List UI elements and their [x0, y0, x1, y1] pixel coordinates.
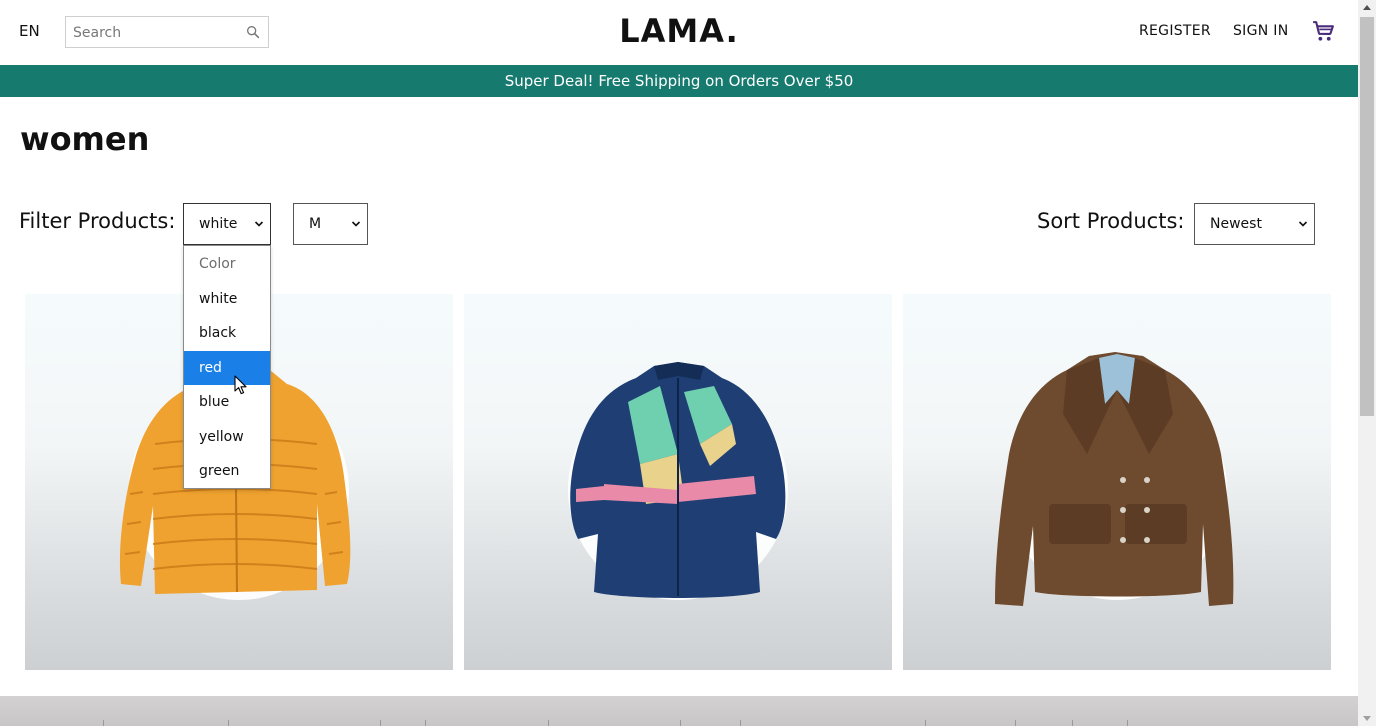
navbar: EN LAMA. REGISTER SIGN IN	[0, 0, 1358, 64]
sort-label: Sort Products:	[1037, 209, 1185, 233]
size-filter-value: M	[309, 216, 322, 232]
sort-value: Newest	[1210, 216, 1262, 232]
strip-divider	[680, 720, 681, 726]
strip-divider	[380, 720, 381, 726]
scrollbar-thumb[interactable]	[1360, 17, 1374, 416]
chevron-down-icon	[1298, 221, 1308, 227]
filter-label: Filter Products:	[19, 209, 176, 233]
color-option-red[interactable]: red	[184, 350, 270, 385]
sort-select[interactable]: Newest	[1194, 203, 1315, 245]
scroll-down-arrow-icon[interactable]	[1358, 709, 1376, 726]
register-link[interactable]: REGISTER	[1139, 23, 1211, 39]
vertical-scrollbar[interactable]	[1358, 0, 1376, 726]
color-option-black[interactable]: black	[184, 316, 270, 351]
signin-link[interactable]: SIGN IN	[1233, 23, 1289, 39]
announcement-banner: Super Deal! Free Shipping on Orders Over…	[0, 65, 1358, 97]
color-option-placeholder: Color	[199, 256, 236, 272]
color-filter-value: white	[199, 216, 238, 232]
brown-jacket-image	[995, 352, 1234, 606]
mouse-cursor-icon	[234, 375, 247, 395]
product-card-brown-jacket[interactable]	[903, 294, 1331, 670]
page-viewport: EN LAMA. REGISTER SIGN IN Super Deal! Fr…	[0, 0, 1358, 726]
color-dropdown-list: Color white black red blue yellow green	[183, 245, 271, 489]
chevron-down-icon	[351, 221, 361, 227]
page-title: women	[20, 120, 150, 158]
strip-divider	[228, 720, 229, 726]
retro-windbreaker-image	[570, 362, 786, 598]
color-option-green[interactable]: green	[184, 454, 270, 489]
color-filter-select[interactable]: white	[183, 203, 271, 245]
scroll-up-arrow-icon[interactable]	[1358, 0, 1376, 17]
cart-icon[interactable]	[1311, 19, 1336, 44]
strip-divider	[103, 720, 104, 726]
color-option-white[interactable]: white	[184, 282, 270, 317]
next-row-product-strip	[0, 696, 1358, 726]
strip-divider	[1072, 720, 1073, 726]
strip-divider	[1127, 720, 1128, 726]
strip-divider	[1015, 720, 1016, 726]
strip-divider	[740, 720, 741, 726]
strip-divider	[425, 720, 426, 726]
color-option-blue[interactable]: blue	[184, 385, 270, 420]
product-card-retro-windbreaker[interactable]	[464, 294, 892, 670]
size-filter-select[interactable]: M	[293, 203, 368, 245]
chevron-down-icon	[254, 221, 264, 227]
strip-divider	[925, 720, 926, 726]
strip-divider	[548, 720, 549, 726]
color-option-yellow[interactable]: yellow	[184, 420, 270, 455]
